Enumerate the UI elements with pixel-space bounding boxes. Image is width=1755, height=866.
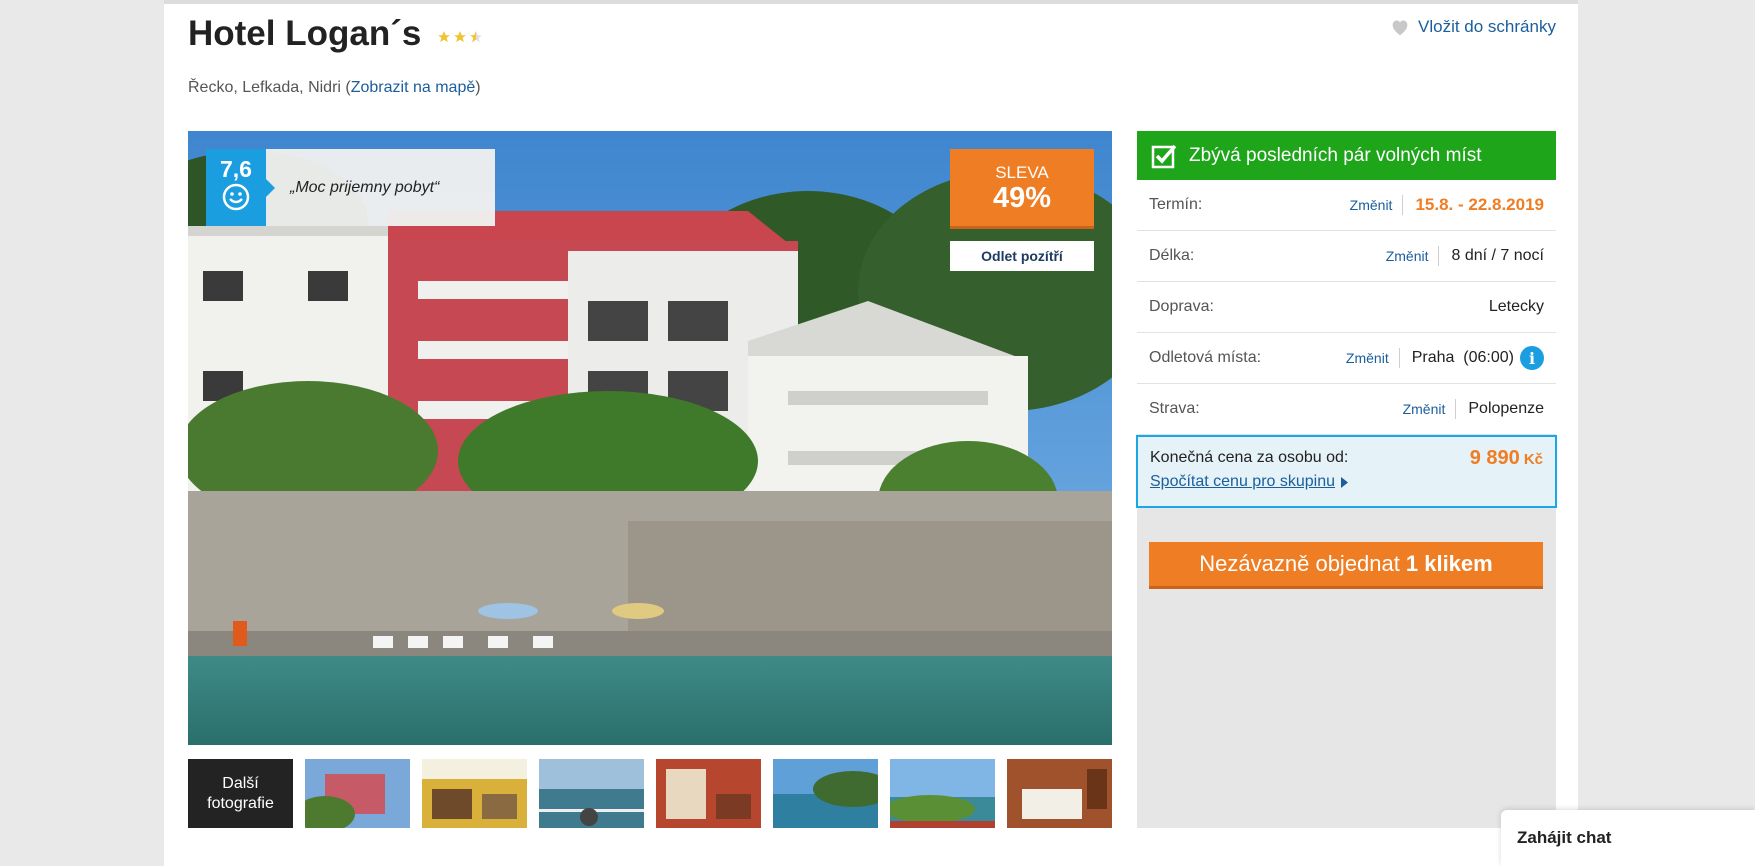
departure-value: Praha (06:00) (1411, 349, 1514, 366)
meal-value: Polopenze (1468, 400, 1544, 417)
discount-label: SLEVA (995, 163, 1049, 182)
price-amount: 9 890 (1469, 447, 1520, 469)
transport-row: Doprava: Letecky (1137, 282, 1556, 333)
thumbnail-photo[interactable] (773, 759, 878, 828)
star-icon (454, 31, 466, 43)
start-chat-button[interactable]: Zahájit chat (1501, 810, 1755, 866)
thumbnail-photo[interactable] (890, 759, 995, 828)
rating-score: 7,6 (220, 156, 252, 182)
change-meal-link[interactable]: Změnit (1403, 399, 1457, 419)
price-label: Konečná cena za osobu od: (1150, 449, 1349, 466)
favorites-label: Vložit do schránky (1418, 17, 1556, 36)
thumbnail-photo[interactable] (1007, 759, 1112, 828)
hotel-location: Řecko, Lefkada, Nidri (Zobrazit na mapě) (188, 79, 481, 97)
discount-badge: SLEVA 49% (950, 149, 1094, 226)
location-suffix: ) (475, 79, 481, 96)
availability-text: Zbývá posledních pár volných míst (1189, 144, 1482, 166)
meal-label: Strava: (1149, 400, 1200, 417)
departure-badge: Odlet pozítří (950, 241, 1094, 271)
discount-value: 49% (992, 182, 1052, 214)
more-photos-line2: fotografie (207, 794, 274, 812)
term-row: Termín: Změnit 15.8. - 22.8.2019 (1137, 180, 1556, 231)
price-currency: Kč (1523, 451, 1543, 468)
transport-value: Letecky (1488, 298, 1544, 315)
add-to-favorites[interactable]: Vložit do schránky (1390, 17, 1556, 37)
group-price-link[interactable]: Spočítat cenu pro skupinu (1150, 473, 1349, 491)
departure-label: Odletová místa: (1149, 349, 1262, 366)
thumbnail-photo[interactable] (422, 759, 527, 828)
order-button-text: Nezávazně objednat (1199, 551, 1400, 576)
length-row: Délka: Změnit 8 dní / 7 nocí (1137, 231, 1556, 282)
hotel-title: Hotel Logan´s (188, 14, 422, 53)
more-photos-line1: Další (222, 774, 259, 792)
order-button-bold: 1 klikem (1405, 551, 1493, 576)
guest-rating-badge: 7,6 „Moc prijemny pobyt“ (206, 149, 495, 226)
more-photos-button[interactable]: Další fotografie (188, 759, 293, 828)
thumbnail-photo[interactable] (656, 759, 761, 828)
availability-banner: Zbývá posledních pár volných míst (1137, 131, 1556, 180)
hotel-stars (437, 30, 483, 44)
length-label: Délka: (1149, 247, 1195, 264)
caret-right-icon (1341, 476, 1349, 488)
term-value: 15.8. - 22.8.2019 (1415, 195, 1544, 214)
chat-label: Zahájit chat (1517, 828, 1612, 847)
location-text: Řecko, Lefkada, Nidri ( (188, 79, 351, 96)
top-shade (164, 0, 1578, 4)
smiley-icon (222, 183, 250, 211)
order-button[interactable]: Nezávazně objednat 1 klikem (1149, 542, 1543, 586)
length-value: 8 dní / 7 nocí (1451, 247, 1544, 264)
show-on-map-link[interactable]: Zobrazit na mapě (351, 79, 476, 96)
rating-score-box: 7,6 (206, 149, 275, 226)
rating-quote: „Moc prijemny pobyt“ (290, 178, 440, 196)
heart-icon (1392, 20, 1408, 36)
change-length-link[interactable]: Změnit (1386, 246, 1440, 266)
change-term-link[interactable]: Změnit (1350, 195, 1404, 215)
star-icon (438, 31, 450, 43)
term-label: Termín: (1149, 196, 1203, 213)
group-price-label: Spočítat cenu pro skupinu (1150, 473, 1336, 490)
rating-quote-box: „Moc prijemny pobyt“ (266, 149, 495, 226)
price-box: Konečná cena za osobu od: 9 890 Kč Spočít… (1136, 435, 1557, 508)
meal-row: Strava: Změnit Polopenze (1137, 384, 1556, 435)
departure-row: Odletová místa: Změnit Praha (06:00) i (1137, 333, 1556, 384)
info-icon[interactable]: i (1520, 346, 1544, 370)
checkbox-icon (1151, 144, 1177, 168)
change-departure-link[interactable]: Změnit (1346, 348, 1400, 368)
price-value: 9 890 Kč (1470, 447, 1543, 470)
half-star-icon (470, 31, 482, 43)
thumbnail-photo[interactable] (305, 759, 410, 828)
transport-label: Doprava: (1149, 298, 1214, 315)
thumbnail-photo[interactable] (539, 759, 644, 828)
